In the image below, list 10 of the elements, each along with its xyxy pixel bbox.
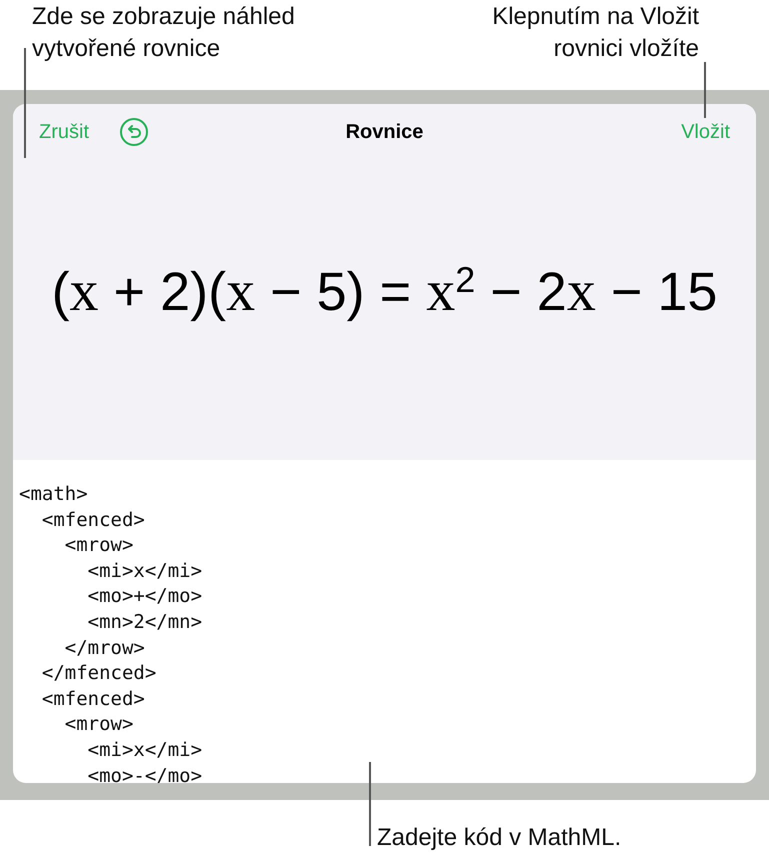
code-field[interactable]: <math> <mfenced> <mrow> <mi>x</mi> <mo>+</mo> <mn>2</mn> </mrow> </mfenced> <mfenced> <mrow> <mi>x</mi> <mo>-</mo> (13, 460, 756, 783)
undo-icon[interactable] (119, 117, 149, 147)
callout-text: Zde se zobrazuje náhled vytvořené rovnice (32, 2, 296, 64)
cancel-button[interactable]: Zrušit (39, 120, 89, 144)
dialog-title: Rovnice (346, 120, 424, 144)
callout-text: Klepnutím na Vložit rovnici vložíte (491, 2, 699, 64)
equation-preview: (x + 2)(x − 5) = x$^{2}$ − 2x − 15 (52, 256, 718, 324)
insert-button[interactable]: Vložit (681, 120, 730, 144)
leader-line (704, 62, 706, 118)
callout-text: Zadejte kód v MathML. (377, 823, 622, 853)
